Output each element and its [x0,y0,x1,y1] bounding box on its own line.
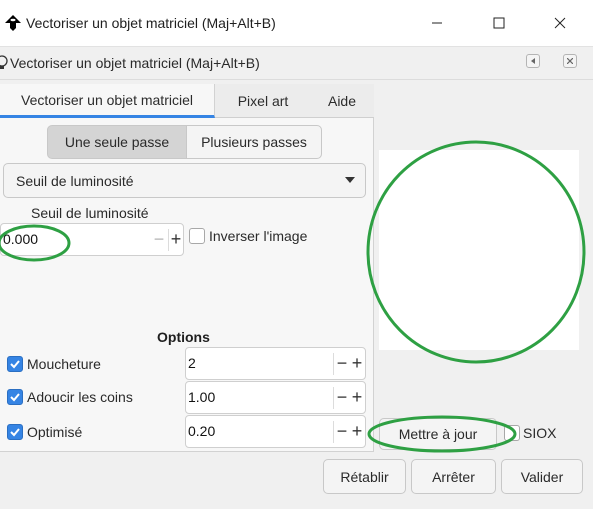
optimize-value: 0.20 [188,423,216,439]
tab-help[interactable]: Aide [310,84,374,118]
minimize-icon [432,22,442,24]
window-title: Vectoriser un objet matriciel (Maj+Alt+B… [26,15,276,31]
speckles-value: 2 [188,355,196,371]
increment-button[interactable]: + [169,227,183,251]
optimize-spinbutton[interactable]: 0.20 − + [185,415,366,448]
optimize-label: Optimisé [27,424,83,440]
stop-button[interactable]: Arrêter [411,459,496,494]
siox-label: SIOX [523,425,557,441]
threshold-value: 0.000 [3,231,39,247]
close-icon [567,58,573,64]
chevron-down-icon [345,177,355,183]
increment-button[interactable]: + [350,351,364,375]
detection-mode-select[interactable]: Seuil de luminosité [3,163,366,198]
threshold-spinbutton[interactable]: 0.000 − + [0,223,184,256]
increment-button[interactable]: + [350,419,364,443]
arrow-left-icon [531,58,535,64]
decrement-button[interactable]: − [335,351,349,375]
maximize-icon [493,17,505,29]
divider [333,387,334,409]
multiple-passes-button[interactable]: Plusieurs passes [186,125,322,159]
divider [333,353,334,375]
close-icon [554,17,566,29]
dock-title: Vectoriser un objet matriciel (Maj+Alt+B… [10,55,260,71]
dock-close-button[interactable] [563,54,577,68]
maximize-button[interactable] [476,0,522,46]
bulb-icon [0,55,10,71]
smooth-corners-spinbutton[interactable]: 1.00 − + [185,381,366,414]
update-preview-button[interactable]: Mettre à jour [379,418,497,450]
siox-checkbox[interactable] [504,425,520,441]
speckles-checkbox[interactable] [7,356,23,372]
smooth-corners-checkbox[interactable] [7,389,23,405]
speckles-spinbutton[interactable]: 2 − + [185,347,366,380]
tab-pixel-art[interactable]: Pixel art [216,84,310,118]
threshold-label: Seuil de luminosité [31,205,149,221]
apply-button[interactable]: Valider [501,459,583,494]
single-pass-button[interactable]: Une seule passe [47,125,187,159]
optimize-checkbox[interactable] [7,424,23,440]
options-heading: Options [157,329,210,345]
close-window-button[interactable] [537,0,583,46]
increment-button[interactable]: + [350,385,364,409]
minimize-button[interactable] [414,0,460,46]
detection-mode-value: Seuil de luminosité [16,173,134,189]
decrement-button[interactable]: − [152,227,166,251]
smooth-corners-value: 1.00 [188,389,216,405]
preview-area [379,150,579,350]
reset-button[interactable]: Rétablir [323,459,406,494]
invert-image-label: Inverser l'image [209,228,308,244]
check-icon [10,393,20,402]
decrement-button[interactable]: − [335,419,349,443]
check-icon [10,428,20,437]
decrement-button[interactable]: − [335,385,349,409]
divider [333,421,334,443]
inkscape-logo-icon [4,14,22,32]
dock-header: Vectoriser un objet matriciel (Maj+Alt+B… [0,46,593,80]
invert-image-checkbox[interactable] [189,228,205,244]
smooth-corners-label: Adoucir les coins [27,389,133,405]
tab-trace-bitmap[interactable]: Vectoriser un objet matriciel [0,84,215,118]
check-icon [10,360,20,369]
dock-iconify-button[interactable] [526,54,540,68]
speckles-label: Moucheture [27,356,101,372]
